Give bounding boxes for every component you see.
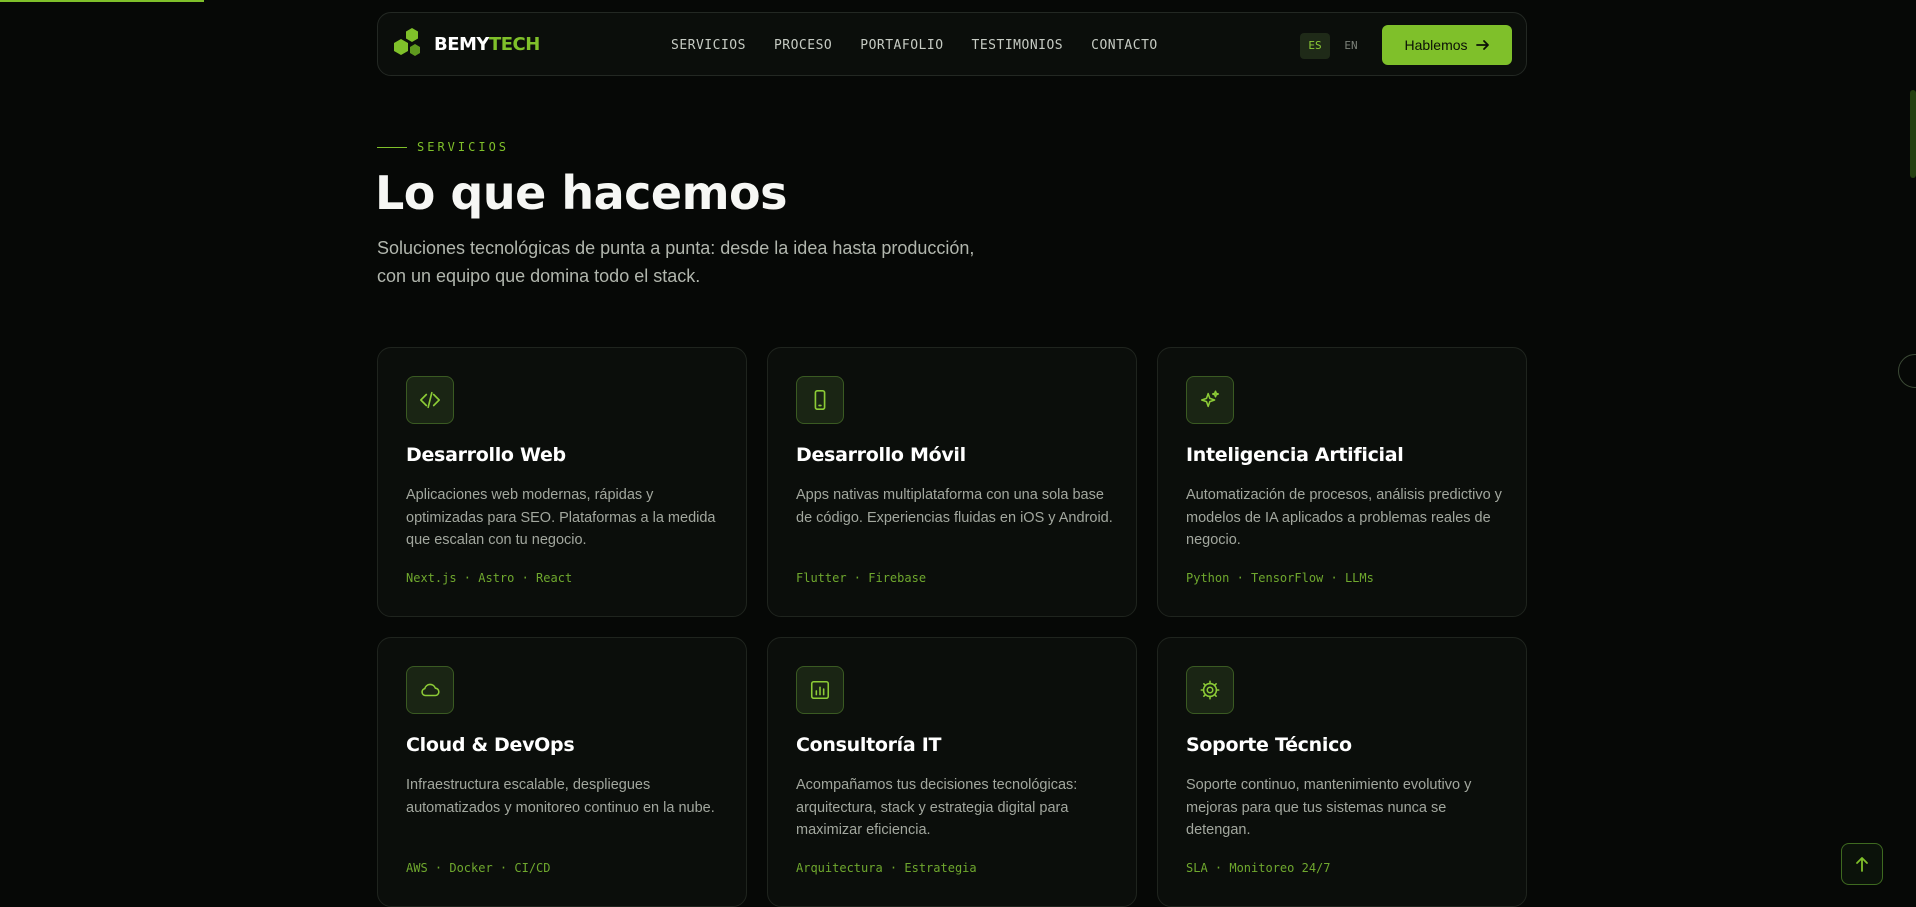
service-card-cloud[interactable]: Cloud & DevOps Infraestructura escalable… [377,637,747,907]
logo[interactable]: BEMYTECH [392,26,540,62]
card-description: Aplicaciones web modernas, rápidas y opt… [406,487,716,548]
nav-link-servicios[interactable]: SERVICIOS [671,38,746,53]
card-title: Cloud & DevOps [406,734,575,756]
section-title: Lo que hacemos [375,166,788,220]
service-card-movil[interactable]: Desarrollo Móvil Apps nativas multiplata… [767,347,1137,617]
service-card-web[interactable]: Desarrollo Web Aplicaciones web modernas… [377,347,747,617]
lead-line-2: con un equipo que domina todo el stack. [377,266,701,286]
nav-link-portafolio[interactable]: PORTAFOLIO [860,38,943,53]
nav-link-testimonios[interactable]: TESTIMONIOS [972,38,1064,53]
card-tags: Arquitectura · Estrategia [796,861,977,875]
navbar: BEMYTECH SERVICIOS PROCESO PORTAFOLIO TE… [377,12,1527,76]
cta-label: Hablemos [1404,37,1468,53]
cloud-icon [406,666,454,714]
service-card-soporte[interactable]: Soporte Técnico Soporte continuo, manten… [1157,637,1527,907]
lead-line-1: Soluciones tecnológicas de punta a punta… [377,238,975,258]
card-title: Consultoría IT [796,734,942,756]
gear-icon [1186,666,1234,714]
card-tags: SLA · Monitoreo 24/7 [1186,861,1331,875]
service-card-consultoria[interactable]: Consultoría IT Acompañamos tus decisione… [767,637,1137,907]
back-to-top-button[interactable] [1841,843,1883,885]
card-description: Infraestructura escalable, despliegues a… [406,777,715,816]
card-tags: Next.js · Astro · React [406,571,573,585]
card-description: Automatización de procesos, análisis pre… [1186,487,1502,548]
card-tags: AWS · Docker · CI/CD [406,861,551,875]
nav-link-proceso[interactable]: PROCESO [774,38,832,53]
lang-en-button[interactable]: EN [1336,33,1366,59]
bar-chart-icon [796,666,844,714]
hexagon-logo-icon [394,28,420,56]
card-title: Soporte Técnico [1186,734,1352,756]
hablemos-button[interactable]: Hablemos [1382,25,1512,65]
sparkles-icon [1186,376,1234,424]
lang-es-button[interactable]: ES [1300,33,1330,59]
nav-link-contacto[interactable]: CONTACTO [1091,38,1158,53]
kicker-line [377,146,407,148]
card-description: Soporte continuo, mantenimiento evolutiv… [1186,777,1472,838]
service-card-ia[interactable]: Inteligencia Artificial Automatización d… [1157,347,1527,617]
card-title: Desarrollo Móvil [796,444,966,466]
code-icon [406,376,454,424]
scrollbar-thumb[interactable] [1910,90,1916,178]
card-tags: Flutter · Firebase [796,571,927,585]
card-title: Inteligencia Artificial [1186,444,1404,466]
floating-ring[interactable] [1898,354,1916,388]
nav-links: SERVICIOS PROCESO PORTAFOLIO TESTIMONIOS… [671,38,1158,53]
arrow-right-icon [1475,40,1489,50]
card-description: Acompañamos tus decisiones tecnológicas:… [796,777,1078,838]
section-lead: Soluciones tecnológicas de punta a punta… [377,234,1057,290]
card-tags: Python · TensorFlow · LLMs [1186,571,1374,585]
smartphone-icon [796,376,844,424]
scroll-progress-bar [0,0,204,2]
logo-text: BEMYTECH [434,33,540,55]
section-kicker: SERVICIOS [377,140,509,154]
arrow-up-icon [1856,857,1868,872]
kicker-text: SERVICIOS [417,140,510,154]
card-title: Desarrollo Web [406,444,566,466]
card-description: Apps nativas multiplataforma con una sol… [796,487,1113,526]
